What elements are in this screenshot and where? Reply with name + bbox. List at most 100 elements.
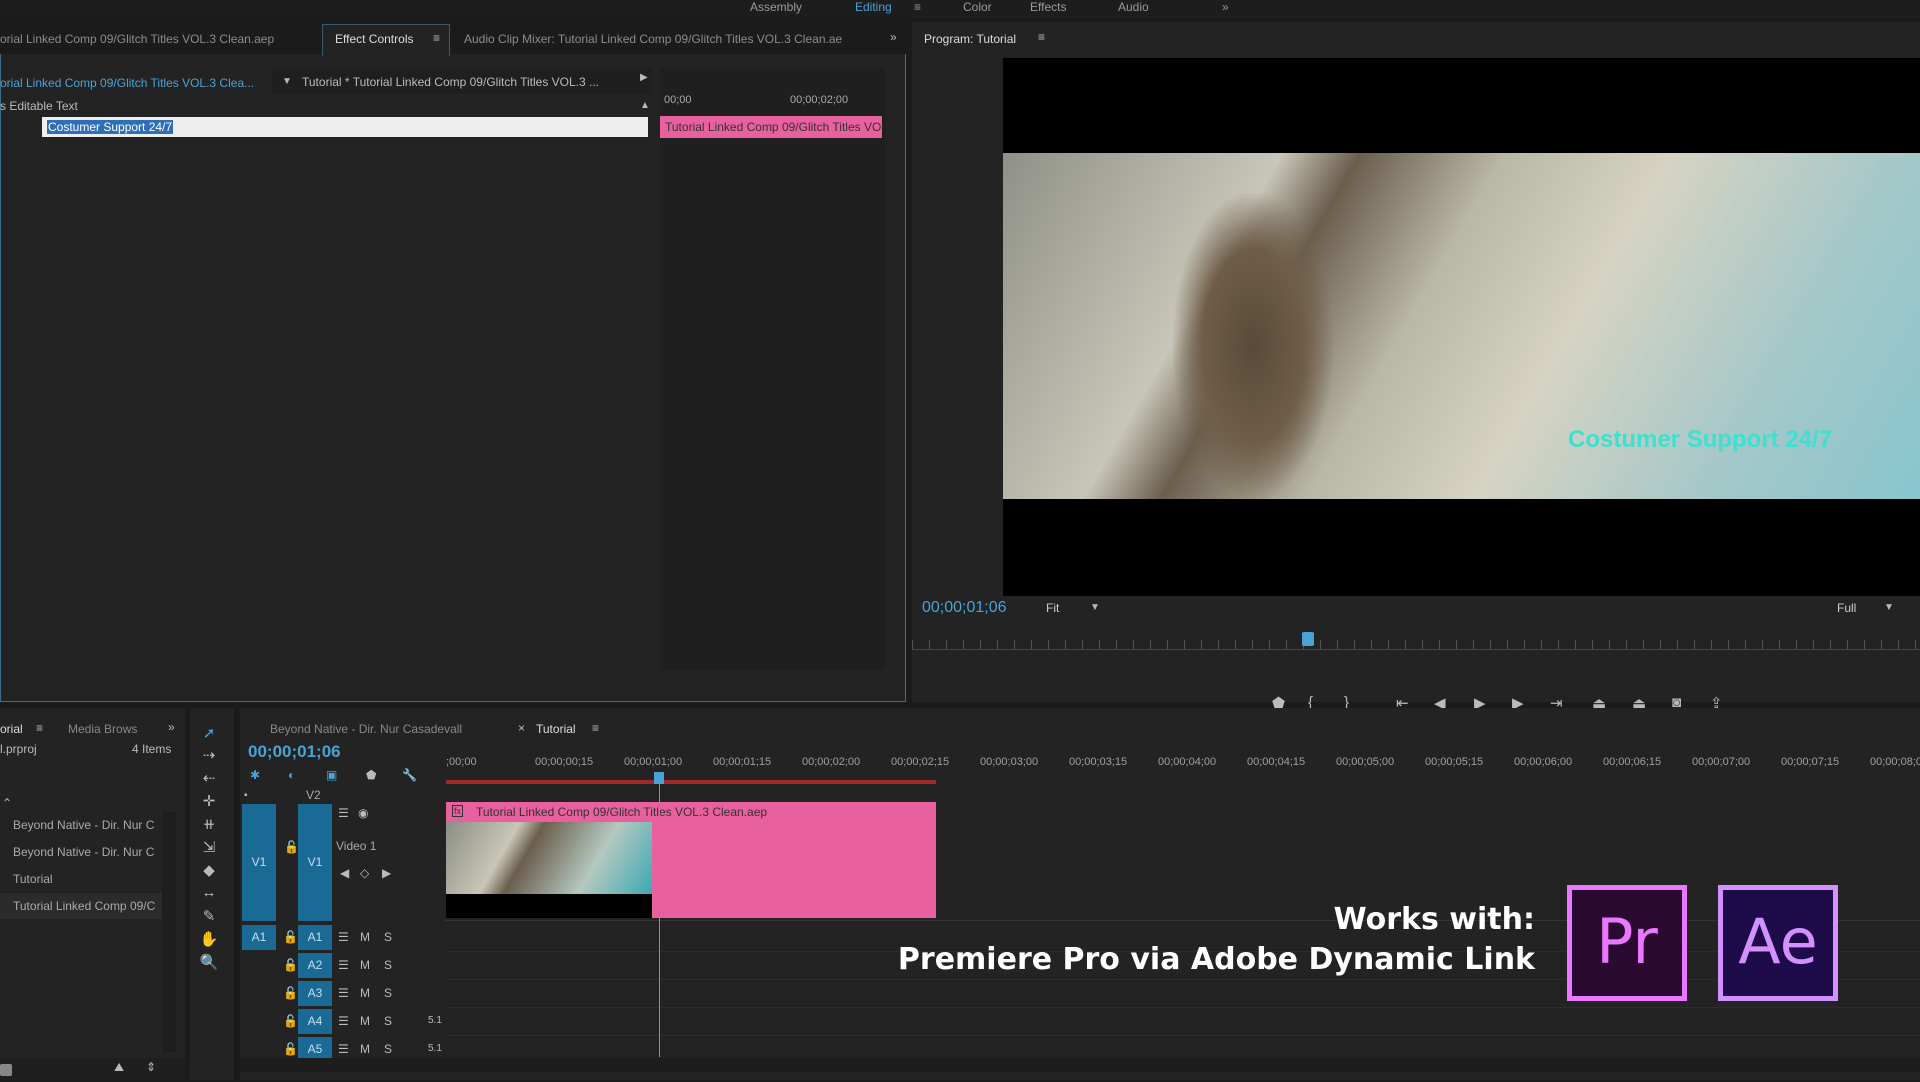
resolution-select[interactable]: Full ▼ (1832, 598, 1902, 618)
tab-media-browser[interactable]: Media Brows (68, 722, 137, 736)
workspace-assembly[interactable]: Assembly (750, 0, 802, 14)
eye-icon[interactable]: ◉ (358, 806, 368, 820)
mute-button[interactable]: M (360, 1042, 370, 1056)
ruler-label: 00;00;04;00 (1158, 756, 1217, 768)
linked-selection-icon[interactable]: ◐ (288, 768, 295, 782)
program-scrubber[interactable] (912, 640, 1920, 650)
panel-menu-icon[interactable]: ≡ (36, 721, 43, 735)
prev-keyframe-icon[interactable]: ◀ (340, 866, 349, 880)
more-tabs-icon[interactable]: » (890, 30, 897, 44)
lock-icon[interactable]: 🔓 (283, 1042, 298, 1056)
collapse-icon[interactable]: ▲ (640, 100, 650, 111)
zoom-tool-icon[interactable]: 🔍 (198, 953, 220, 971)
sort-icons-icon[interactable]: ⛰ (114, 1060, 124, 1075)
toggle-sync-icon[interactable]: ☰ (338, 806, 349, 820)
timeline-scrollbar[interactable] (240, 1058, 1920, 1072)
program-playhead[interactable] (1302, 632, 1314, 646)
sequence-clip-selector[interactable]: ▼ Tutorial * Tutorial Linked Comp 09/Gli… (272, 68, 652, 94)
next-keyframe-icon[interactable]: ▶ (382, 866, 391, 880)
zoom-slider-handle[interactable] (0, 1064, 12, 1076)
track-a2[interactable]: A2 (298, 953, 332, 978)
pen-tool-icon[interactable]: ✎ (198, 907, 220, 925)
tab-audio-clip-mixer[interactable]: Audio Clip Mixer: Tutorial Linked Comp 0… (464, 24, 864, 54)
playhead-handle[interactable] (654, 772, 664, 784)
panel-menu-icon[interactable]: ≡ (592, 721, 599, 735)
hand-tool-icon[interactable]: ✋ (198, 930, 220, 948)
snap-icon[interactable]: ✱ (250, 768, 260, 782)
program-monitor: Program: Tutorial ≡ Costumer Support 24/… (912, 22, 1920, 712)
lock-icon[interactable]: 🔓 (283, 958, 298, 972)
expand-arrow-icon[interactable]: ▶ (640, 72, 648, 83)
solo-button[interactable]: S (384, 1042, 392, 1056)
rolling-edit-tool-icon[interactable]: ✛ (198, 792, 220, 810)
add-keyframe-icon[interactable]: ◇ (360, 866, 369, 880)
mute-button[interactable]: M (360, 986, 370, 1000)
toggle-sync-icon[interactable]: ☰ (338, 958, 349, 972)
solo-button[interactable]: S (384, 930, 392, 944)
work-area-bar[interactable] (446, 780, 936, 784)
rate-stretch-tool-icon[interactable]: ⧺ (198, 815, 220, 833)
lock-icon[interactable]: ▪ (244, 790, 248, 801)
selection-tool-icon[interactable]: ➚ (198, 724, 220, 742)
razor-tool-icon[interactable]: ⇲ (198, 838, 220, 856)
tab-effect-controls[interactable]: Effect Controls ≡ (322, 24, 450, 56)
settings-wrench-icon[interactable]: 🔧 (402, 768, 417, 782)
timeline-timecode[interactable]: 00;00;01;06 (248, 742, 341, 762)
track-a3[interactable]: A3 (298, 981, 332, 1006)
ripple-edit-tool-icon[interactable]: ⇠ (198, 769, 220, 787)
workspace-menu-icon[interactable]: ≡ (914, 0, 921, 14)
tab-tutorial[interactable]: Tutorial (536, 722, 576, 736)
workspace-effects[interactable]: Effects (1030, 0, 1066, 14)
mute-button[interactable]: M (360, 958, 370, 972)
panel-menu-icon[interactable]: ≡ (433, 31, 440, 45)
workspace-audio[interactable]: Audio (1118, 0, 1149, 14)
list-item[interactable]: Tutorial Linked Comp 09/C (0, 893, 162, 919)
track-select-tool-icon[interactable]: ⇢ (198, 746, 220, 764)
editable-text-input[interactable]: Costumer Support 24/7 (42, 117, 648, 137)
track-a4[interactable]: A4 (298, 1009, 332, 1034)
ec-mini-timeline[interactable]: 00;00 00;00;02;00 Tutorial Linked Comp 0… (660, 68, 885, 670)
track-v2[interactable]: V2 (306, 788, 321, 802)
ec-clip-bar[interactable]: Tutorial Linked Comp 09/Glitch Titles VO… (660, 116, 882, 138)
insert-overwrite-icon[interactable]: ▣ (326, 768, 337, 782)
toggle-sync-icon[interactable]: ☰ (338, 930, 349, 944)
workspace-editing[interactable]: Editing (855, 0, 892, 14)
list-item[interactable]: Tutorial (0, 866, 162, 892)
lock-icon[interactable]: 🔓 (283, 1014, 298, 1028)
lock-icon[interactable]: 🔓 (284, 840, 299, 854)
source-a1[interactable]: A1 (242, 925, 276, 950)
sort-icon[interactable]: ⌃ (2, 796, 12, 810)
tab-source[interactable]: orial Linked Comp 09/Glitch Titles VOL.3… (0, 24, 274, 54)
mute-button[interactable]: M (360, 930, 370, 944)
toggle-sync-icon[interactable]: ☰ (338, 986, 349, 1000)
track-a1[interactable]: A1 (298, 925, 332, 950)
list-item[interactable]: Beyond Native - Dir. Nur C (0, 839, 162, 865)
more-workspaces-icon[interactable]: » (1222, 0, 1229, 14)
tab-project[interactable]: orial (0, 722, 23, 736)
source-v1[interactable]: V1 (242, 804, 276, 921)
lock-icon[interactable]: 🔓 (283, 986, 298, 1000)
program-timecode[interactable]: 00;00;01;06 (922, 599, 1007, 617)
timeline-playhead[interactable] (659, 772, 660, 1057)
solo-button[interactable]: S (384, 958, 392, 972)
workspace-color[interactable]: Color (963, 0, 992, 14)
list-item[interactable]: Beyond Native - Dir. Nur C (0, 812, 162, 838)
toggle-sync-icon[interactable]: ☰ (338, 1014, 349, 1028)
track-v1[interactable]: V1 (298, 804, 332, 921)
zoom-select[interactable]: Fit ▼ (1038, 598, 1104, 618)
slide-tool-icon[interactable]: ↔ (198, 884, 220, 901)
solo-button[interactable]: S (384, 1014, 392, 1028)
mute-button[interactable]: M (360, 1014, 370, 1028)
more-tabs-icon[interactable]: » (168, 720, 175, 734)
toggle-sync-icon[interactable]: ☰ (338, 1042, 349, 1056)
tab-sequence-beyond-native[interactable]: Beyond Native - Dir. Nur Casadevall (270, 722, 462, 736)
scrollbar[interactable] (162, 812, 176, 1052)
stepper-icon[interactable]: ⇕ (146, 1060, 156, 1074)
lock-icon[interactable]: 🔓 (283, 930, 298, 944)
add-marker-icon[interactable]: ⬟ (366, 768, 376, 782)
program-menu-icon[interactable]: ≡ (1038, 30, 1045, 44)
slip-tool-icon[interactable]: ◆ (198, 861, 220, 879)
solo-button[interactable]: S (384, 986, 392, 1000)
close-tab-icon[interactable]: × (518, 721, 525, 735)
master-clip-link[interactable]: orial Linked Comp 09/Glitch Titles VOL.3… (0, 76, 254, 90)
